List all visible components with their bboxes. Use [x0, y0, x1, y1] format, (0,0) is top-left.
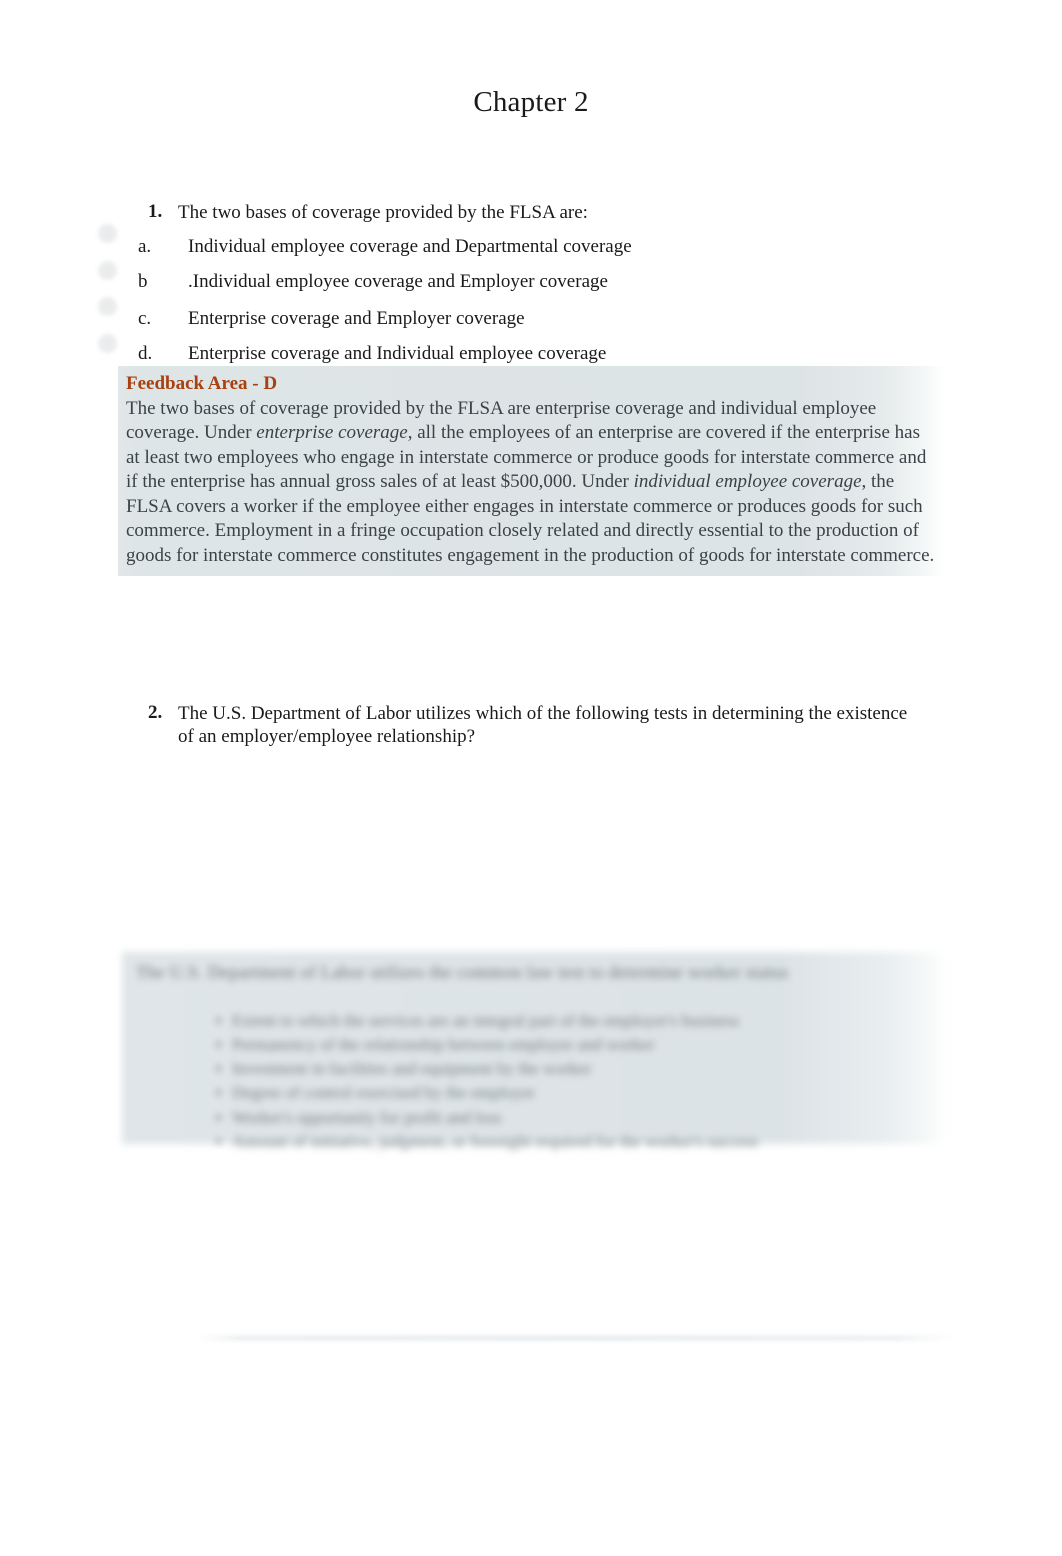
option-d-letter: d.	[138, 343, 153, 364]
question-1-text: The two bases of coverage provided by th…	[178, 202, 588, 223]
option-c-letter: c.	[138, 308, 152, 329]
question-2-number: 2.	[148, 702, 163, 723]
option-a-letter: a.	[138, 236, 152, 257]
list-item: Worker's opportunity for profit and loss	[216, 1106, 932, 1130]
question-2-text: The U.S. Department of Labor utilizes wh…	[178, 703, 908, 748]
option-b-letter: b	[138, 271, 148, 292]
margin-mark-circle-icon	[98, 297, 117, 316]
redacted-content-block: The U.S. Department of Labor utilizes th…	[122, 952, 946, 1151]
feedback-italic-enterprise-coverage: enterprise coverage	[256, 422, 408, 444]
question-1-option-d[interactable]: d. Enterprise coverage and Individual em…	[138, 343, 938, 365]
feedback-area-body: The two bases of coverage provided by th…	[126, 397, 936, 569]
list-item: Investment in facilities and equipment b…	[216, 1057, 932, 1081]
document-page: Chapter 2 1. The two bases of coverage p…	[0, 0, 1062, 1556]
feedback-area-heading: Feedback Area - D	[126, 373, 278, 394]
margin-mark-circle-icon	[98, 334, 117, 353]
question-1-option-b[interactable]: b .Individual employee coverage and Empl…	[138, 271, 938, 293]
margin-mark-circle-icon	[98, 261, 117, 280]
feedback-area: Feedback Area - D The two bases of cover…	[118, 366, 946, 577]
list-item: Degree of control exercised by the emplo…	[216, 1081, 932, 1105]
redacted-block-title: The U.S. Department of Labor utilizes th…	[136, 962, 789, 982]
question-1-number: 1.	[148, 201, 163, 222]
footer-divider	[196, 1336, 956, 1340]
option-b-text: .Individual employee coverage and Employ…	[188, 271, 608, 292]
feedback-italic-individual-employee-coverage: individual employee coverage	[633, 471, 862, 493]
list-item: Extent to which the services are an inte…	[216, 1009, 932, 1033]
redacted-block-list: Extent to which the services are an inte…	[136, 1009, 932, 1154]
question-2: 2. The U.S. Department of Labor utilizes…	[148, 702, 908, 748]
option-d-text: Enterprise coverage and Individual emplo…	[188, 343, 607, 364]
margin-mark-circle-icon	[98, 224, 117, 243]
option-a-text: Individual employee coverage and Departm…	[188, 236, 632, 257]
question-1-option-a[interactable]: a. Individual employee coverage and Depa…	[138, 236, 938, 258]
question-1-option-c[interactable]: c. Enterprise coverage and Employer cove…	[138, 308, 938, 330]
page-title: Chapter 2	[473, 86, 589, 118]
margin-marks	[98, 224, 120, 356]
list-item: Amount of initiative, judgment, or fores…	[216, 1130, 932, 1154]
option-c-text: Enterprise coverage and Employer coverag…	[188, 308, 525, 329]
list-item: Permanency of the relationship between e…	[216, 1033, 932, 1057]
question-1: 1. The two bases of coverage provided by…	[148, 201, 938, 224]
